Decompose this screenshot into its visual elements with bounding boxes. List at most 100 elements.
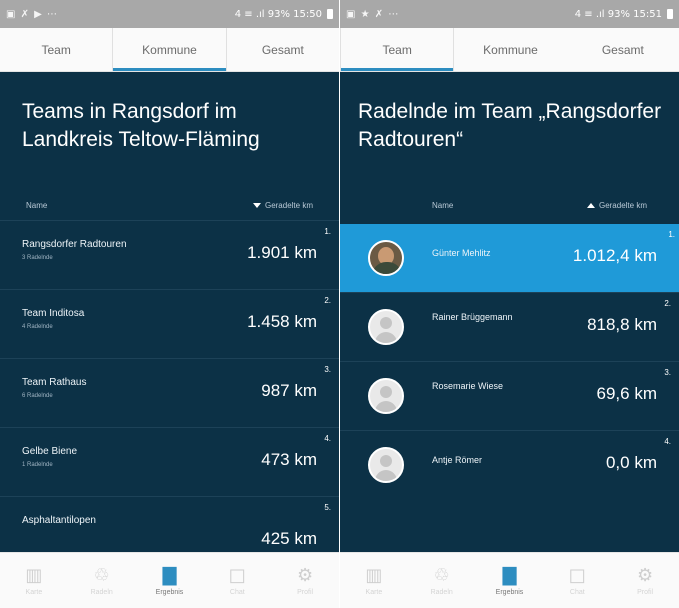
team-km: 1.458 km xyxy=(247,312,317,331)
tab-gesamt[interactable]: Gesamt xyxy=(567,28,679,71)
rank-number: 4. xyxy=(324,434,331,443)
column-header: Name Geradelte km xyxy=(0,198,339,214)
team-name: Asphaltantilopen xyxy=(22,515,96,526)
battery-icon xyxy=(327,9,333,19)
nav-label: Radeln xyxy=(430,588,453,596)
team-name: Gelbe Biene xyxy=(22,446,78,457)
team-name: Team Inditosa xyxy=(22,308,85,319)
right-screen: ▣ ★ ✗ ⋯ 4 ≡ .ıl 93% 15:51 Team Kommune G… xyxy=(340,0,679,608)
member-row[interactable]: Rainer Brüggemann 2. 818,8 km xyxy=(340,292,679,360)
bar-chart-icon: ▇ xyxy=(502,564,517,586)
sort-descending-icon xyxy=(252,203,261,208)
member-name: Günter Mehlitz xyxy=(432,248,491,258)
column-name-header[interactable]: Name xyxy=(432,201,453,210)
settings-icon: ⚙ xyxy=(297,564,314,586)
member-row-current-user[interactable]: Günter Mehlitz 1. 1.012,4 km xyxy=(340,224,679,292)
nav-item-chat[interactable]: □ Chat xyxy=(203,553,271,608)
nav-label: Profil xyxy=(297,588,314,596)
team-name: Team Rathaus xyxy=(22,377,87,388)
nav-label: Radeln xyxy=(90,588,113,596)
tab-kommune[interactable]: Kommune xyxy=(112,28,227,71)
nav-label: Karte xyxy=(365,588,383,596)
nav-item-profil[interactable]: ⚙ Profil xyxy=(611,553,679,608)
column-name-header[interactable]: Name xyxy=(26,201,47,210)
team-row[interactable]: Team Inditosa 4 Radelnde 2. 1.458 km xyxy=(0,289,339,357)
member-row[interactable]: Rosemarie Wiese 3. 69,6 km xyxy=(340,361,679,429)
tab-team[interactable]: Team xyxy=(0,28,112,71)
team-member-count: 6 Radelnde xyxy=(22,393,53,399)
member-row[interactable]: Antje Römer 4. 0,0 km xyxy=(340,430,679,498)
battery-icon xyxy=(667,9,673,19)
rank-number: 1. xyxy=(324,227,331,236)
team-member-count: 3 Radelnde xyxy=(22,255,53,261)
bar-chart-icon: ▇ xyxy=(162,564,177,586)
left-screen: ▣ ✗ ▶ ⋯ 4 ≡ .ıl 93% 15:50 Team Kommune G… xyxy=(0,0,339,608)
team-row[interactable]: Gelbe Biene 1 Radelnde 4. 473 km xyxy=(0,427,339,495)
member-name: Rosemarie Wiese xyxy=(432,381,504,391)
member-name: Rainer Brüggemann xyxy=(432,312,513,322)
rank-number: 5. xyxy=(324,503,331,512)
column-km-header[interactable]: Geradelte km xyxy=(252,201,313,210)
column-header: Name Geradelte km xyxy=(340,198,679,214)
tab-team[interactable]: Team xyxy=(340,28,455,71)
status-bar: ▣ ★ ✗ ⋯ 4 ≡ .ıl 93% 15:51 xyxy=(340,0,679,28)
nav-item-radeln[interactable]: ♲ Radeln xyxy=(408,553,476,608)
nav-item-karte[interactable]: ▥ Karte xyxy=(340,553,408,608)
nav-label: Profil xyxy=(637,588,654,596)
nav-item-profil[interactable]: ⚙ Profil xyxy=(271,553,339,608)
page-title: Radelnde im Team „Rangsdorfer Radtouren“ xyxy=(358,100,662,151)
notification-icons: ▣ ★ ✗ ⋯ xyxy=(346,8,400,20)
rank-number: 3. xyxy=(664,368,671,377)
member-km: 0,0 km xyxy=(605,453,657,472)
team-member-count: 1 Radelnde xyxy=(22,462,53,468)
member-km: 1.012,4 km xyxy=(572,246,657,265)
team-km: 987 km xyxy=(261,381,317,400)
rank-number: 2. xyxy=(664,299,671,308)
nav-item-radeln[interactable]: ♲ Radeln xyxy=(68,553,136,608)
tab-kommune[interactable]: Kommune xyxy=(454,28,566,71)
team-row[interactable]: Team Rathaus 6 Radelnde 3. 987 km xyxy=(0,358,339,426)
team-km: 425 km xyxy=(261,529,317,548)
status-bar: ▣ ✗ ▶ ⋯ 4 ≡ .ıl 93% 15:50 xyxy=(0,0,339,28)
nav-item-ergebnis[interactable]: ▇ Ergebnis xyxy=(136,553,204,608)
sort-ascending-icon xyxy=(586,203,595,208)
tab-bar: Team Kommune Gesamt xyxy=(0,28,339,72)
team-km: 1.901 km xyxy=(247,243,317,262)
nav-label: Karte xyxy=(25,588,43,596)
team-name: Rangsdorfer Radtouren xyxy=(22,239,127,250)
tab-gesamt[interactable]: Gesamt xyxy=(227,28,339,71)
bicycle-icon: ♲ xyxy=(433,564,450,586)
nav-label: Ergebnis xyxy=(155,588,184,596)
column-km-header[interactable]: Geradelte km xyxy=(586,201,647,210)
bottom-navigation: ▥ Karte ♲ Radeln ▇ Ergebnis □ Chat ⚙ Pro… xyxy=(340,552,679,608)
team-km: 473 km xyxy=(261,450,317,469)
member-name: Antje Römer xyxy=(432,455,483,465)
nav-label: Chat xyxy=(229,588,245,596)
member-km: 818,8 km xyxy=(587,315,657,334)
rank-number: 4. xyxy=(664,437,671,446)
status-text: 4 ≡ .ıl 93% 15:50 xyxy=(234,8,322,20)
chat-icon: □ xyxy=(568,564,586,586)
team-member-count: 4 Radelnde xyxy=(22,324,53,330)
avatar xyxy=(368,309,404,345)
team-row[interactable]: Rangsdorfer Radtouren 3 Radelnde 1. 1.90… xyxy=(0,220,339,288)
nav-label: Ergebnis xyxy=(495,588,524,596)
rank-number: 3. xyxy=(324,365,331,374)
status-text: 4 ≡ .ıl 93% 15:51 xyxy=(574,8,662,20)
bottom-navigation: ▥ Karte ♲ Radeln ▇ Ergebnis □ Chat ⚙ Pro… xyxy=(0,552,339,608)
nav-item-ergebnis[interactable]: ▇ Ergebnis xyxy=(476,553,544,608)
chat-icon: □ xyxy=(228,564,246,586)
nav-item-karte[interactable]: ▥ Karte xyxy=(0,553,68,608)
nav-label: Chat xyxy=(569,588,585,596)
member-km: 69,6 km xyxy=(596,384,657,403)
rank-number: 1. xyxy=(668,230,675,239)
map-icon: ▥ xyxy=(365,564,383,586)
avatar xyxy=(368,447,404,483)
nav-item-chat[interactable]: □ Chat xyxy=(543,553,611,608)
page-title: Teams in Rangsdorf im Landkreis Teltow-F… xyxy=(22,100,260,151)
column-km-label: Geradelte km xyxy=(598,201,647,210)
settings-icon: ⚙ xyxy=(637,564,654,586)
avatar xyxy=(368,378,404,414)
tab-bar: Team Kommune Gesamt xyxy=(340,28,679,72)
rank-number: 2. xyxy=(324,296,331,305)
